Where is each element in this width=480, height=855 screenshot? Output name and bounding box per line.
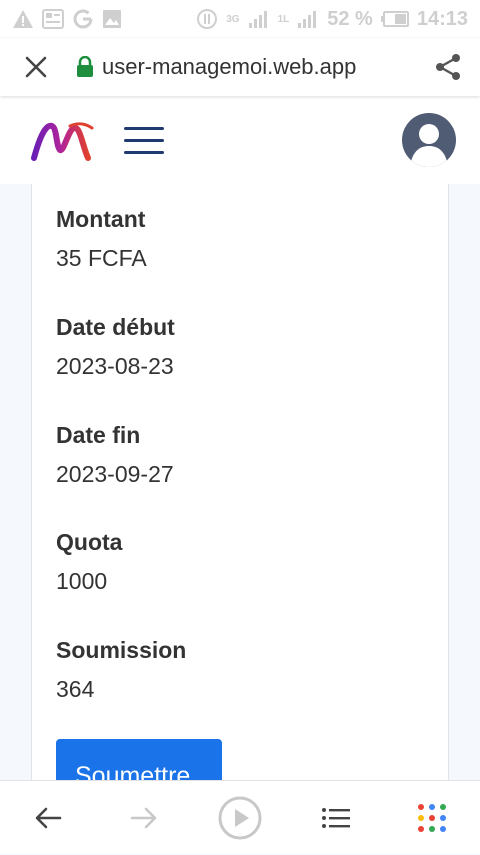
date-debut-value: 2023-08-23 (56, 353, 174, 379)
signal-label-1: 3G (226, 13, 240, 25)
hamburger-icon-bar (124, 126, 164, 130)
secure-connection[interactable] (72, 56, 98, 78)
soumission-label: Soumission (56, 637, 187, 663)
quota-value: 1000 (56, 568, 108, 594)
date-fin-value: 2023-09-27 (56, 461, 174, 487)
status-bar: 3G 1L 52 % 14:13 (0, 0, 480, 38)
submit-button[interactable]: Soumettre (56, 739, 222, 780)
forward-arrow-icon (130, 807, 157, 828)
quota-label: Quota (56, 529, 123, 555)
hamburger-icon-bar (124, 138, 164, 142)
clock: 14:13 (416, 7, 468, 30)
field-quota: Quota 1000 (56, 529, 122, 595)
forward-button[interactable] (96, 781, 192, 855)
main-content: Montant 35 FCFA Date début 2023-08-23 Da… (0, 184, 480, 780)
date-fin-label: Date fin (56, 422, 141, 448)
play-button[interactable] (192, 781, 288, 855)
user-avatar-icon (410, 124, 448, 167)
url-text[interactable]: user-managemoi.web.app (98, 54, 416, 80)
montant-label: Montant (56, 206, 146, 232)
montant-value: 35 FCFA (56, 245, 147, 271)
battery-percent: 52 % (327, 7, 373, 30)
browser-url-bar: user-managemoi.web.app (0, 38, 480, 96)
battery-icon (380, 11, 409, 27)
user-avatar[interactable] (402, 113, 456, 167)
signal-icon (248, 11, 267, 28)
play-icon (218, 796, 262, 839)
offer-details-card: Montant 35 FCFA Date début 2023-08-23 Da… (31, 184, 449, 780)
apps-button[interactable] (384, 781, 480, 855)
list-icon (322, 807, 350, 828)
date-debut-label: Date début (56, 314, 175, 340)
signal-icon (298, 11, 317, 28)
close-icon (25, 56, 47, 78)
system-indicators: 3G 1L 52 % 14:13 (196, 8, 468, 31)
image-icon (103, 10, 121, 28)
data-icon (197, 9, 218, 29)
field-soumission: Soumission 364 (56, 637, 186, 703)
back-arrow-icon (35, 807, 62, 828)
field-date-fin: Date fin 2023-09-27 (56, 422, 174, 488)
app-header (0, 96, 480, 184)
news-icon (42, 9, 64, 29)
share-icon (436, 54, 460, 80)
back-button[interactable] (0, 781, 96, 855)
signal-label-2: 1L (277, 13, 290, 25)
google-icon (73, 9, 93, 29)
browser-bottom-nav (0, 780, 480, 854)
warning-icon (13, 10, 33, 28)
brand-logo[interactable] (30, 116, 94, 164)
hamburger-icon-bar (124, 150, 164, 154)
field-date-debut: Date début 2023-08-23 (56, 314, 175, 380)
lock-icon (77, 56, 93, 77)
field-montant: Montant 35 FCFA (56, 206, 147, 272)
apps-icon (418, 803, 446, 832)
notification-icons (12, 8, 122, 30)
close-tab-button[interactable] (0, 38, 72, 96)
tabs-list-button[interactable] (288, 781, 384, 855)
share-button[interactable] (416, 38, 480, 96)
hamburger-menu-button[interactable] (124, 120, 164, 160)
soumission-value: 364 (56, 676, 95, 702)
